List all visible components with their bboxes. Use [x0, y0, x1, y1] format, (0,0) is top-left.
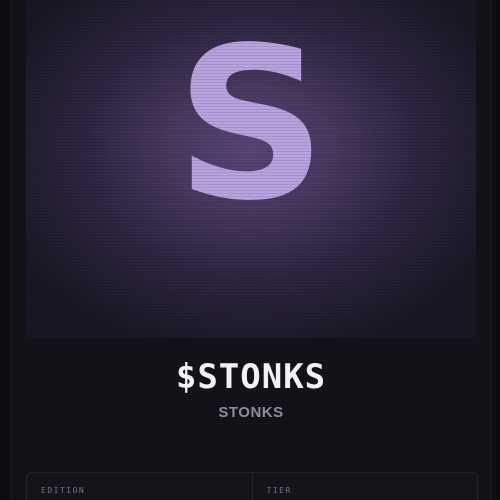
token-name: STONKS: [218, 404, 284, 421]
edition-cell: EDITION: [27, 473, 252, 500]
token-card: S $STONKS STONKS EDITION TIER: [10, 0, 492, 500]
token-artwork: S: [26, 0, 476, 338]
token-ticker: $STONKS: [175, 357, 327, 397]
tier-label: TIER: [266, 486, 292, 495]
token-details: EDITION TIER: [26, 472, 478, 500]
artwork-letter: S: [175, 2, 327, 247]
tier-cell: TIER: [251, 473, 478, 500]
edition-label: EDITION: [41, 486, 86, 495]
